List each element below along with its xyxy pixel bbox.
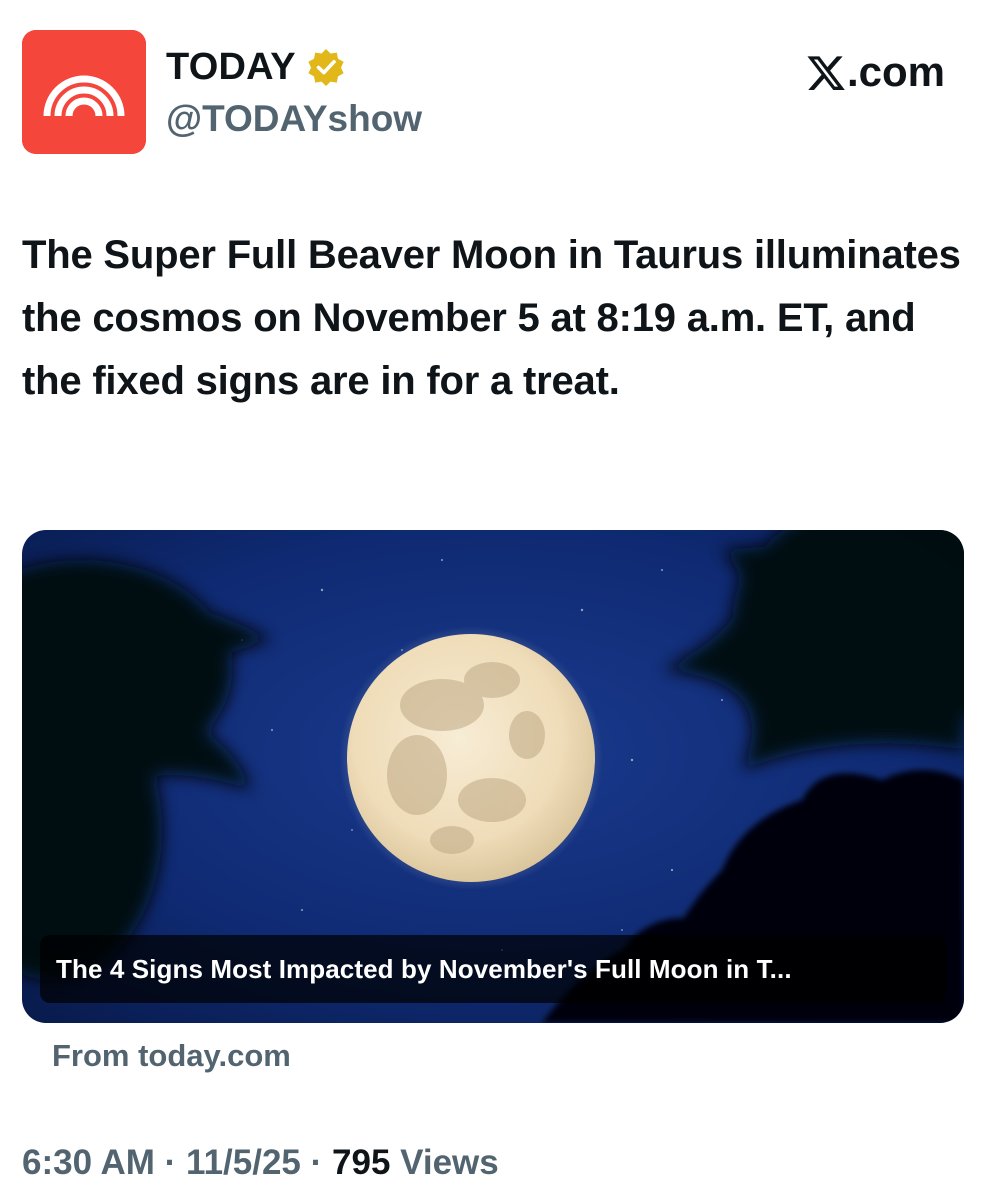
x-com-brand: .com xyxy=(807,48,945,96)
views-count: 795 xyxy=(332,1143,391,1182)
verified-badge-icon[interactable] xyxy=(306,47,346,87)
brand-suffix: .com xyxy=(846,48,945,95)
x-logo-icon xyxy=(807,56,845,90)
account-name-row: TODAY xyxy=(166,44,346,90)
today-rainbow-logo-icon xyxy=(22,30,146,154)
avatar[interactable] xyxy=(22,30,146,154)
tweet-text: The Super Full Beaver Moon in Taurus ill… xyxy=(22,233,961,403)
card-caption-text: The 4 Signs Most Impacted by November's … xyxy=(56,953,792,984)
display-name[interactable]: TODAY xyxy=(166,44,296,90)
tweet-time[interactable]: 6:30 AM xyxy=(22,1143,155,1182)
account-handle[interactable]: @TODAYshow xyxy=(166,97,422,141)
views-label: Views xyxy=(400,1143,499,1182)
meta-separator: · xyxy=(310,1143,323,1182)
meta-separator: · xyxy=(164,1143,177,1182)
link-card[interactable]: The 4 Signs Most Impacted by November's … xyxy=(22,530,964,1023)
tweet-date[interactable]: 11/5/25 xyxy=(186,1143,301,1182)
tweet-metadata: 6:30 AM · 11/5/25 · 795 Views xyxy=(22,1140,499,1186)
card-caption: The 4 Signs Most Impacted by November's … xyxy=(40,935,946,1003)
card-source-link[interactable]: From today.com xyxy=(52,1036,291,1076)
